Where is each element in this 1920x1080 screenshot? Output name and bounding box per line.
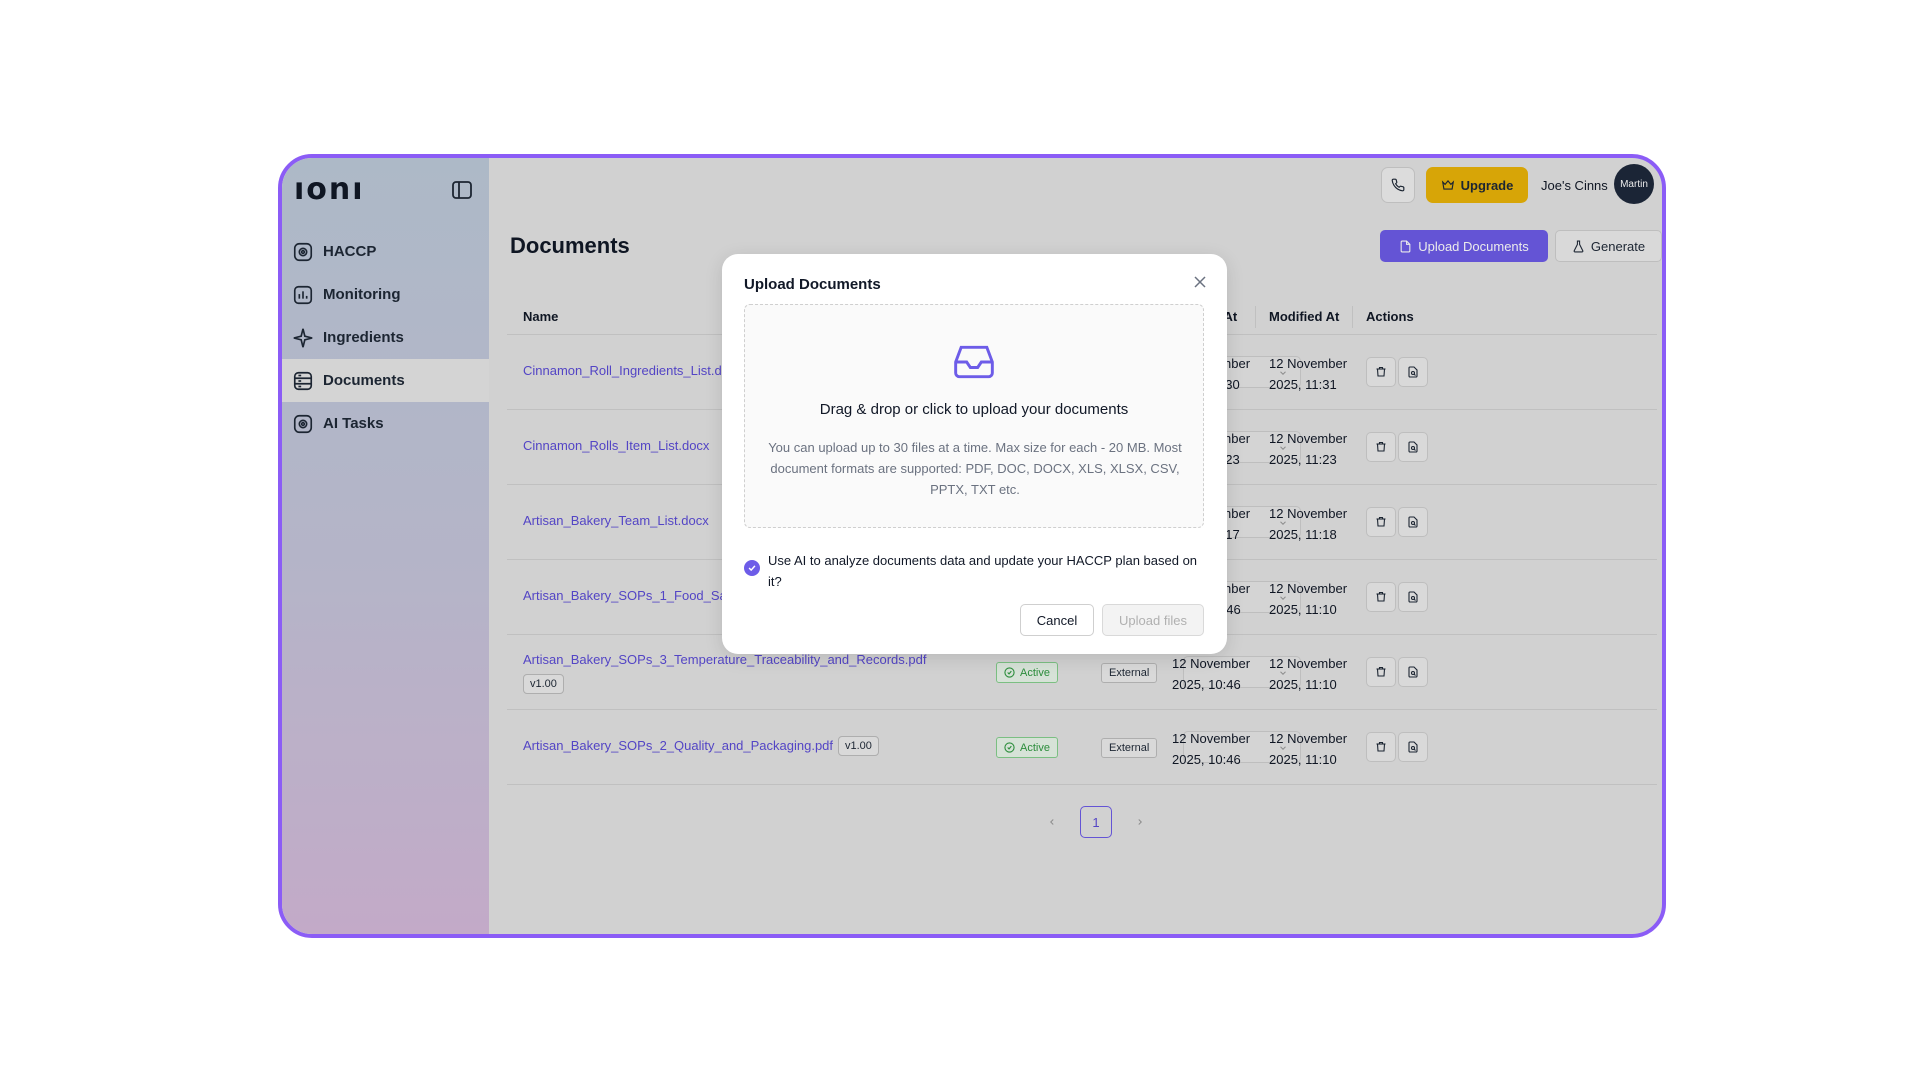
dropzone-description: You can upload up to 30 files at a time.… <box>768 440 1182 497</box>
file-dropzone[interactable]: Drag & drop or click to upload your docu… <box>744 304 1204 528</box>
ai-analyze-checkbox[interactable] <box>744 560 760 576</box>
check-icon <box>748 565 756 572</box>
dropzone-title: Drag & drop or click to upload your docu… <box>819 401 1129 418</box>
modal-title: Upload Documents <box>744 276 881 293</box>
upload-files-button[interactable]: Upload files <box>1102 604 1204 636</box>
cancel-button[interactable]: Cancel <box>1020 604 1094 636</box>
inbox-icon <box>952 340 996 389</box>
close-icon[interactable] <box>1190 272 1210 292</box>
app-window: ıonı HACCP Monitoring Ingredients Docume… <box>278 154 1666 938</box>
ai-analyze-label[interactable]: Use AI to analyze documents data and upd… <box>768 550 1208 592</box>
upload-documents-modal: Upload Documents Drag & drop or click to… <box>722 254 1227 654</box>
